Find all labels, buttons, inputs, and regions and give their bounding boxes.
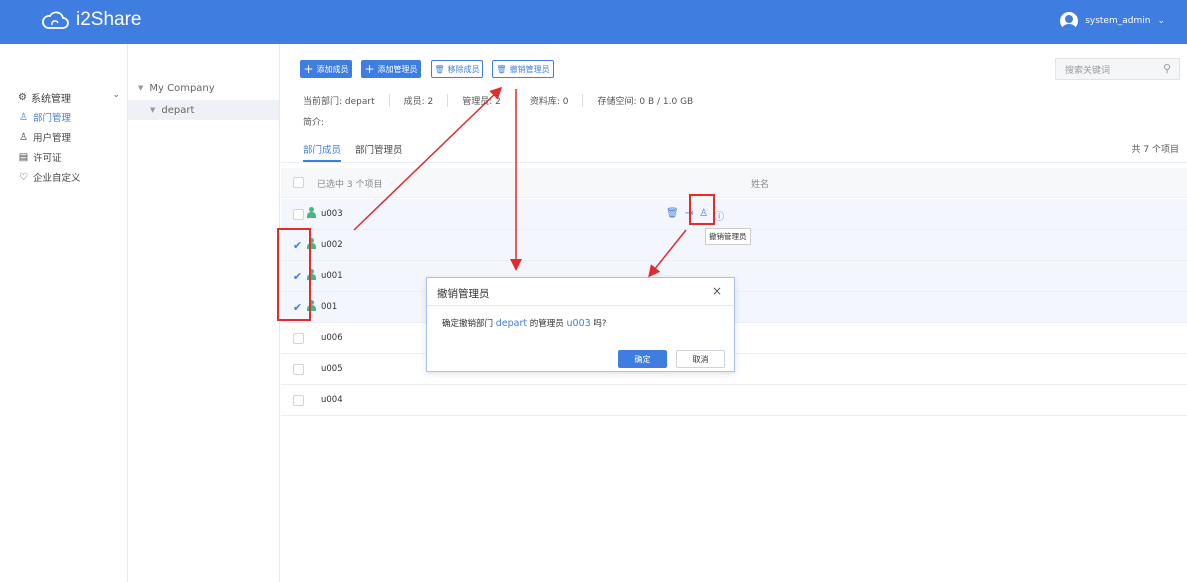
department-icon: ♙ [19,111,28,123]
sidebar-item-label: 部门管理 [33,113,72,124]
tab-admins[interactable]: 部门管理员 [355,142,403,162]
department-tree: ▼ My Company ▼ depart [128,44,280,582]
member-name: u006 [321,333,343,343]
member-name: u003 [321,209,343,219]
message-text: 吗? [593,319,607,329]
license-icon: ▤ [18,151,29,163]
member-name: u005 [321,364,343,374]
sidebar-item-label: 许可证 [33,153,62,164]
tab-members[interactable]: 部门成员 [303,142,342,162]
tree-node-depart[interactable]: ▼ depart [128,100,279,120]
revoke-admin-dialog: 撤销管理员 × 确定撤销部门 depart 的管理员 u003 吗? 确定 取消 [426,277,735,372]
cloud-logo-icon [42,11,69,29]
divider [281,162,1187,163]
logo[interactable]: i2Share [40,9,142,31]
member-count: 成员: 2 [403,97,434,107]
trash-icon: 🗑 [496,64,507,74]
close-icon[interactable]: × [712,284,722,298]
table-row[interactable]: u004 [281,385,1187,416]
add-admin-button[interactable]: + 添加管理员 [361,60,421,78]
gear-icon: ⚙ [18,91,27,103]
sidebar-item-department[interactable]: ♙ 部门管理 [18,108,71,126]
row-checkbox[interactable] [293,395,304,406]
plus-icon: + [303,62,314,76]
current-department: 当前部门: depart [303,97,375,107]
row-checkbox[interactable] [293,209,304,220]
chevron-down-icon: ⌄ [112,90,120,100]
sidebar-item-label: 企业自定义 [33,173,81,184]
member-name: 001 [321,302,338,312]
column-name: 姓名 [751,180,770,190]
select-all-checkbox[interactable] [293,177,304,188]
member-name: u001 [321,271,343,281]
confirm-button[interactable]: 确定 [618,350,667,368]
plus-icon: + [364,62,375,76]
annotation-box-checkboxes [277,228,311,321]
user-menu[interactable]: system_admin ⌄ [1060,12,1165,30]
info-icon[interactable]: ⓘ [714,208,724,223]
tree-node-root[interactable]: ▼ My Company [138,78,278,98]
table-row[interactable]: u003 🗑 ⇥ ♙ ⓘ [281,199,1187,230]
department-intro: 简介: [303,118,325,128]
search-icon[interactable]: ⚲ [1163,62,1171,75]
sidebar-item-users[interactable]: ♙ 用户管理 [18,128,71,146]
sidebar-item-license[interactable]: ▤ 许可证 [18,148,62,166]
message-department: depart [495,318,528,329]
trash-icon[interactable]: 🗑 [666,208,679,223]
sidebar-group-label: 系统管理 [30,93,71,105]
search-box[interactable]: 搜索关键词 ⚲ [1055,58,1180,80]
button-label: 移除成员 [447,64,480,74]
member-name: u004 [321,395,343,405]
annotation-box-revoke-icon [689,194,715,225]
user-icon [307,207,316,218]
top-bar: i2Share system_admin ⌄ [0,0,1187,44]
add-member-button[interactable]: + 添加成员 [300,60,352,78]
user-icon: ♙ [19,131,28,143]
tooltip: 撤销管理员 [705,228,751,245]
message-user: u003 [566,318,591,329]
member-name: u002 [321,240,343,250]
sidebar-group-system[interactable]: ⚙ 系统管理 ⌄ [18,88,124,106]
tree-node-label: depart [161,104,195,116]
app-name: i2Share [76,9,142,30]
trash-icon: 🗑 [434,64,445,74]
expand-triangle-icon: ▼ [150,106,156,114]
tab-bar: 部门成员 部门管理员 [303,142,403,162]
avatar-icon [1060,12,1079,30]
expand-triangle-icon: ▼ [138,84,144,92]
search-input[interactable]: 搜索关键词 [1065,63,1110,76]
divider [427,305,734,306]
button-label: 撤销管理员 [509,64,550,74]
sidebar: ⚙ 系统管理 ⌄ ♙ 部门管理 ♙ 用户管理 ▤ 许可证 ♡ 企业自定义 [0,44,128,582]
selected-count: 已选中 3 个项目 [317,180,383,190]
table-header: 已选中 3 个项目 姓名 [281,168,1187,198]
remove-member-button[interactable]: 🗑 移除成员 [431,60,483,78]
sidebar-item-label: 用户管理 [33,133,72,144]
tree-node-label: My Company [149,82,215,94]
admin-count: 管理员: 2 [462,97,501,107]
sidebar-item-customize[interactable]: ♡ 企业自定义 [18,168,81,186]
user-name: system_admin [1085,16,1151,26]
revoke-admin-button[interactable]: 🗑 撤销管理员 [492,60,554,78]
button-label: 添加管理员 [377,64,418,74]
total-count: 共 7 个项目 [1131,145,1179,155]
button-label: 添加成员 [316,64,349,74]
row-checkbox[interactable] [293,333,304,344]
customize-icon: ♡ [19,171,28,183]
library-count: 资料库: 0 [529,97,569,107]
row-checkbox[interactable] [293,364,304,375]
storage-usage: 存储空间: 0 B / 1.0 GB [597,97,694,107]
message-text: 的管理员 [529,319,564,329]
department-info: 当前部门: depart 成员: 2 管理员: 2 资料库: 0 存储空间: 0… [303,94,693,107]
chevron-down-icon: ⌄ [1157,16,1165,26]
cancel-button[interactable]: 取消 [676,350,725,368]
dialog-message: 确定撤销部门 depart 的管理员 u003 吗? [442,317,606,329]
dialog-title: 撤销管理员 [437,288,490,300]
message-text: 确定撤销部门 [442,319,494,329]
